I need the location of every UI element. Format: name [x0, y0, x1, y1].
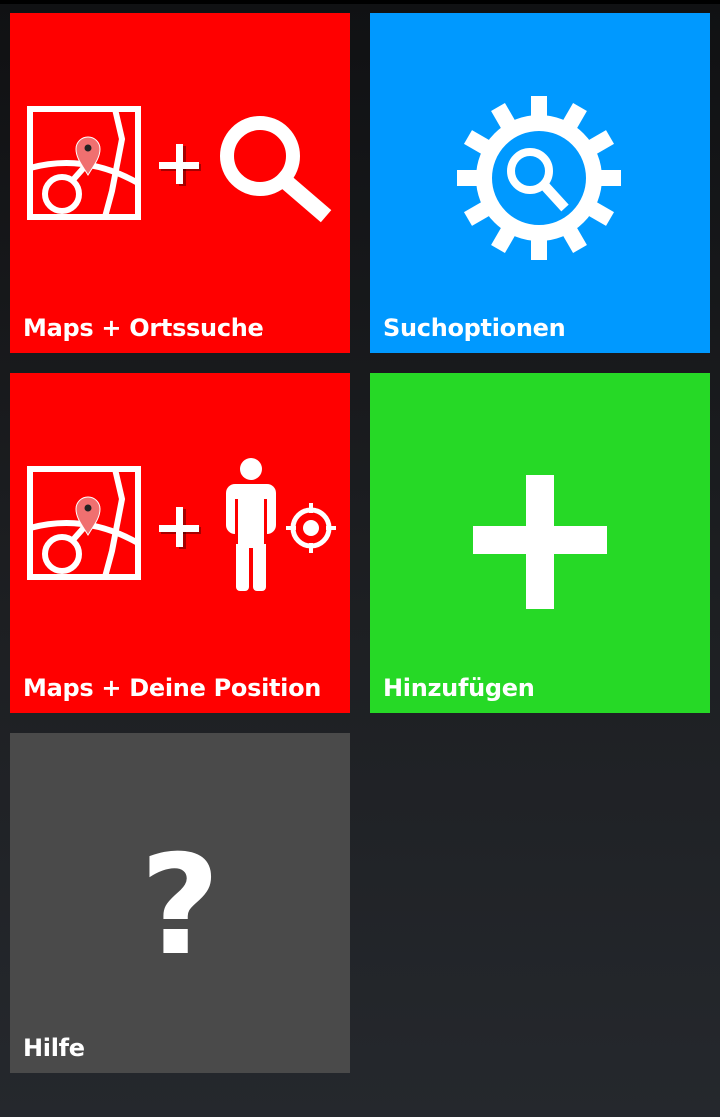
tile-maps-search[interactable]: Maps + Ortssuche: [10, 13, 350, 353]
tile-maps-position[interactable]: Maps + Deine Position: [10, 373, 350, 713]
crosshair-icon: [286, 503, 336, 553]
magnifier-icon: [507, 148, 569, 212]
map-plus-position-icon: [27, 458, 336, 591]
tile-label: Hinzufügen: [383, 674, 535, 702]
tile-label: Suchoptionen: [383, 314, 566, 342]
question-mark-glyph: ?: [140, 825, 220, 986]
tile-label: Maps + Ortssuche: [23, 314, 264, 342]
tile-label: Hilfe: [23, 1034, 85, 1062]
tile-add[interactable]: Hinzufügen: [370, 373, 710, 713]
tile-search-options[interactable]: Suchoptionen: [370, 13, 710, 353]
tile-label: Maps + Deine Position: [23, 674, 322, 702]
gear-search-icon: [457, 96, 621, 260]
magnifier-icon: [220, 116, 332, 223]
top-bar: [0, 0, 720, 4]
person-icon: [226, 458, 276, 591]
plus-small-icon: [159, 507, 201, 549]
tile-help[interactable]: ? Hilfe: [10, 733, 350, 1073]
map-plus-search-icon: [27, 106, 332, 223]
question-mark-icon: ?: [140, 825, 220, 986]
plus-small-icon: [159, 144, 201, 186]
plus-icon: [473, 475, 607, 609]
gear-icon: [457, 96, 621, 260]
